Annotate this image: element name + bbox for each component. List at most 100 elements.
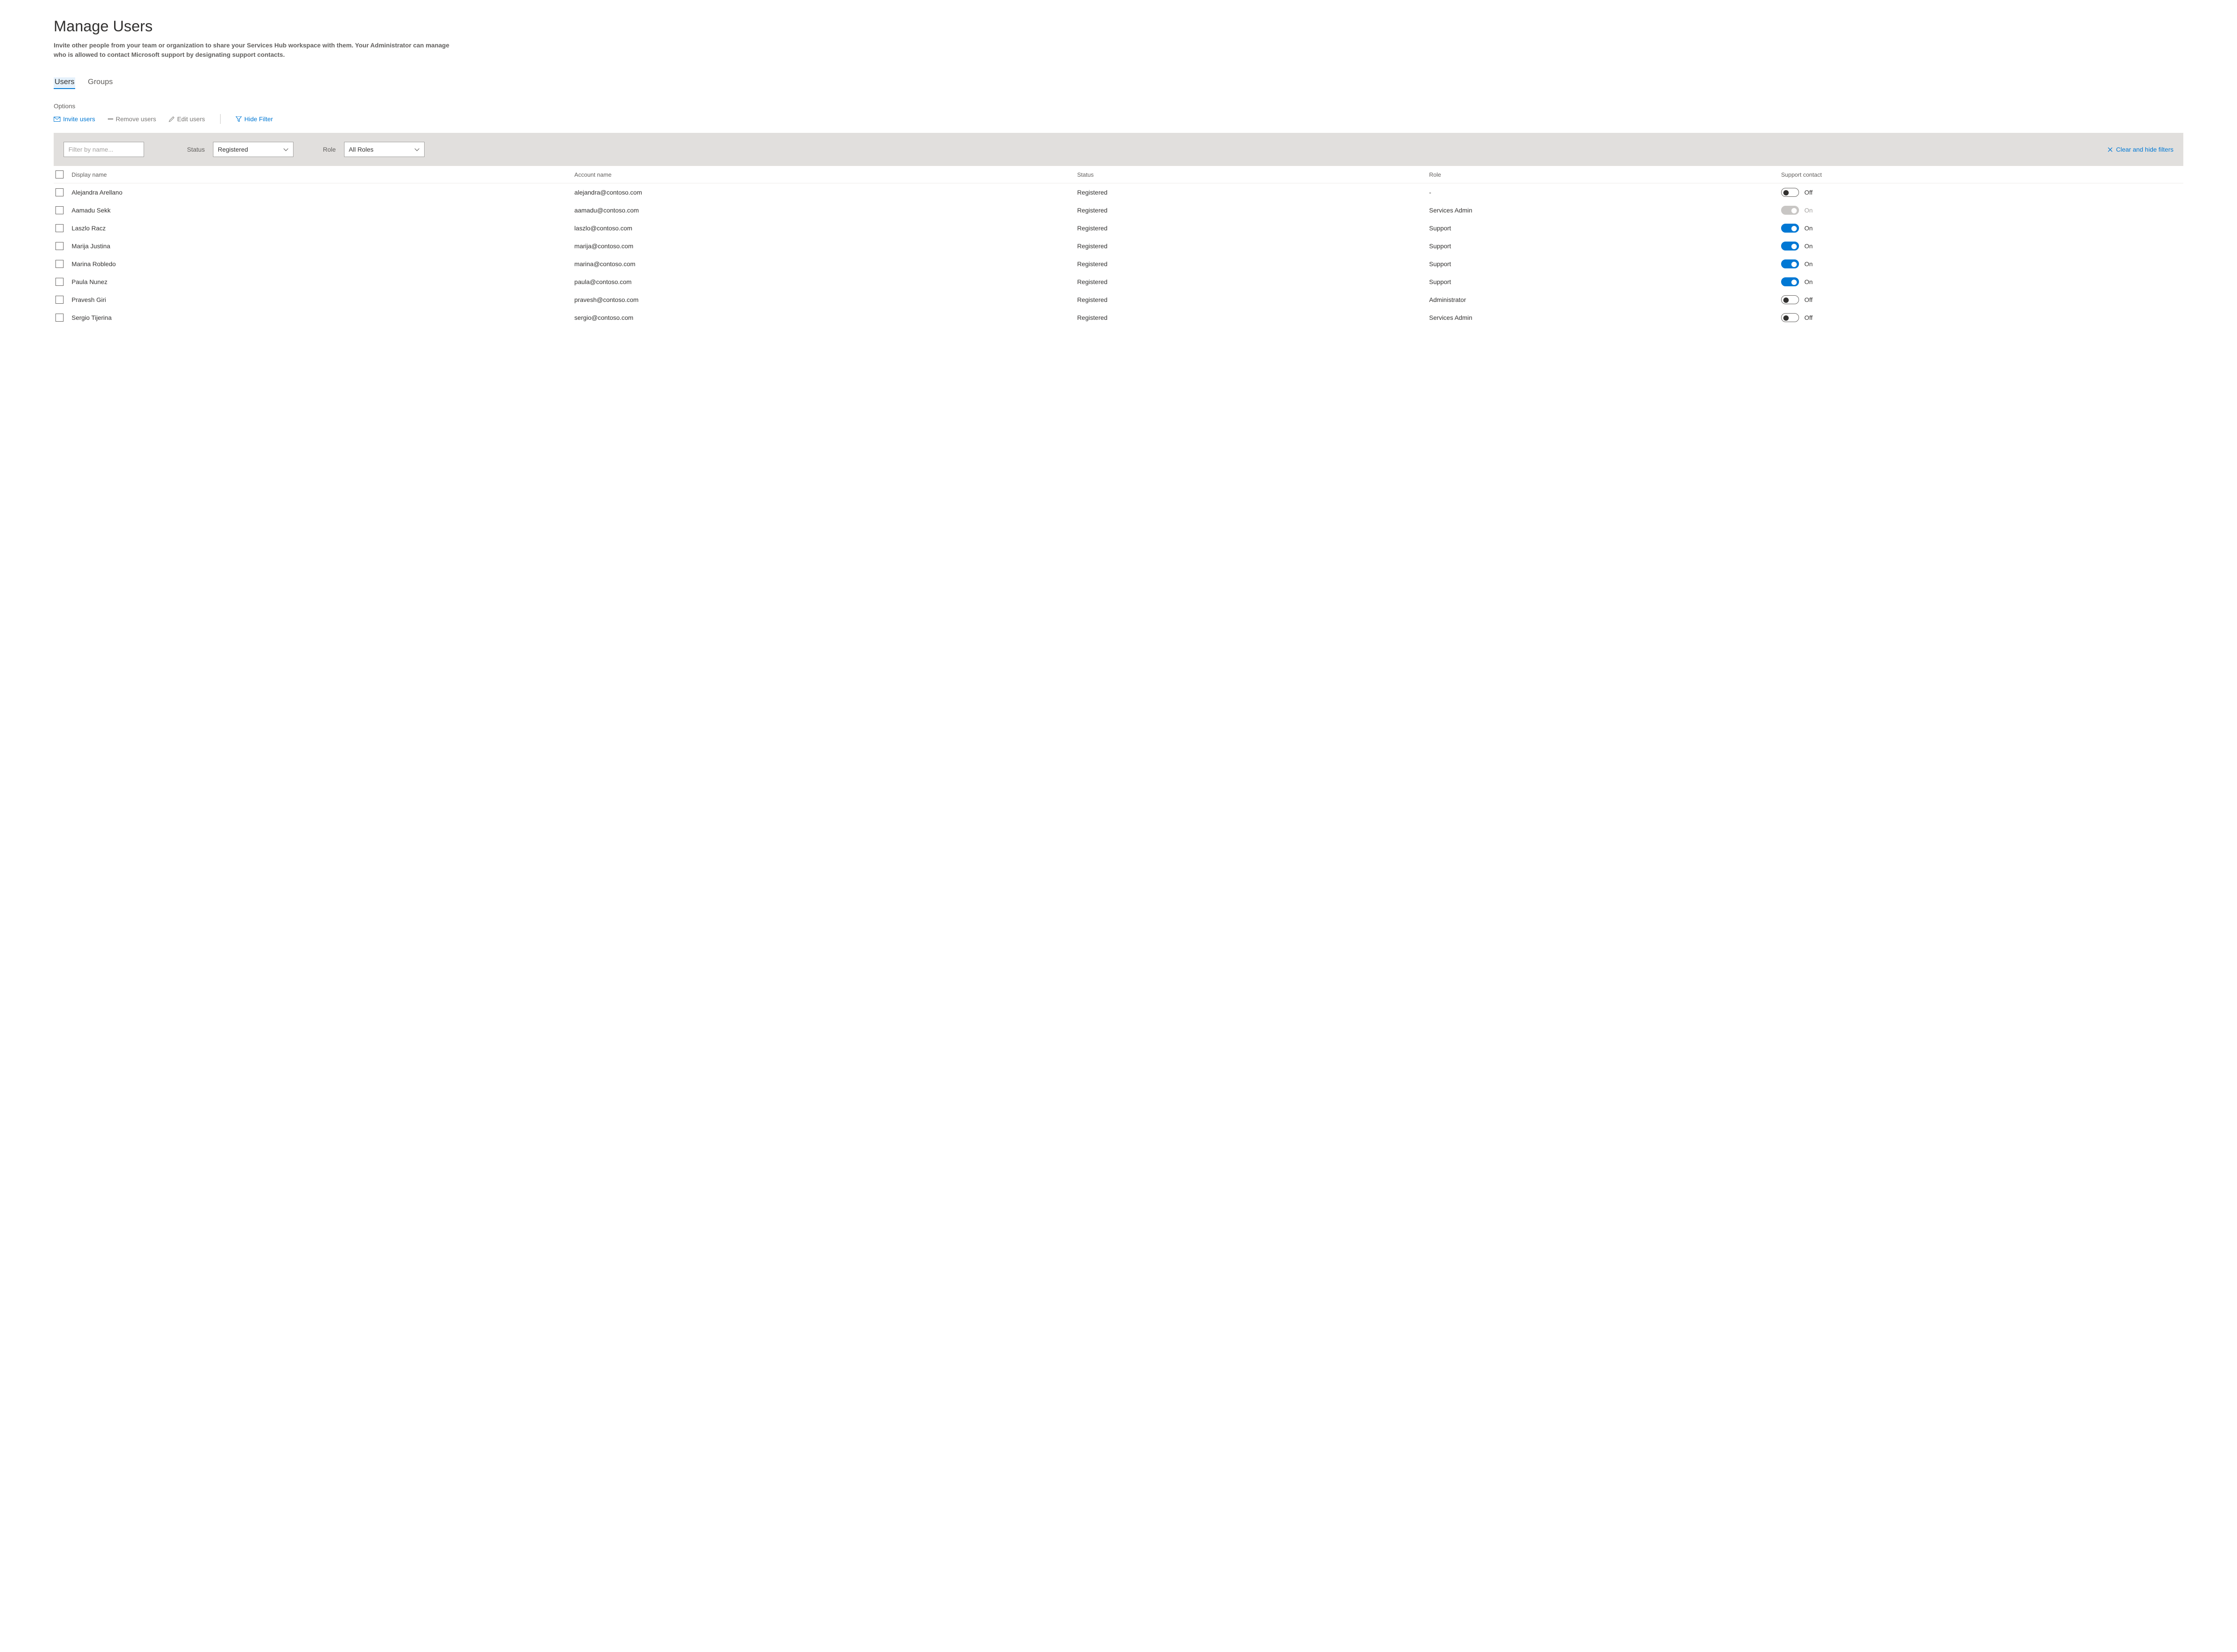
row-checkbox[interactable] — [55, 206, 64, 214]
cell-display-name: Laszlo Racz — [72, 225, 574, 232]
col-status[interactable]: Status — [1077, 171, 1429, 178]
support-contact-toggle[interactable] — [1781, 295, 1799, 304]
support-contact-toggle-label: On — [1804, 207, 1813, 214]
invite-users-label: Invite users — [63, 115, 95, 123]
table-row: Aamadu Sekkaamadu@contoso.comRegisteredS… — [54, 201, 2183, 219]
toolbar: Invite users Remove users Edit users Hid… — [54, 114, 2183, 124]
row-checkbox[interactable] — [55, 278, 64, 286]
support-contact-toggle-label: Off — [1804, 314, 1812, 321]
table-row: Paula Nunezpaula@contoso.comRegisteredSu… — [54, 273, 2183, 291]
mail-icon — [54, 117, 60, 122]
role-filter-label: Role — [323, 146, 336, 153]
cell-role: - — [1429, 189, 1781, 196]
select-all-checkbox[interactable] — [55, 170, 64, 178]
col-support-contact[interactable]: Support contact — [1781, 171, 2183, 178]
cell-support-contact: On — [1781, 277, 2183, 286]
cell-role: Support — [1429, 260, 1781, 268]
remove-users-label: Remove users — [116, 115, 156, 123]
edit-users-button[interactable]: Edit users — [169, 115, 205, 123]
role-select[interactable]: All Roles — [344, 142, 425, 157]
cell-role: Support — [1429, 242, 1781, 250]
status-select[interactable]: Registered — [213, 142, 293, 157]
tab-groups[interactable]: Groups — [88, 77, 113, 89]
hide-filter-button[interactable]: Hide Filter — [236, 115, 273, 123]
row-checkbox[interactable] — [55, 242, 64, 250]
support-contact-toggle-label: On — [1804, 260, 1813, 268]
cell-support-contact: Off — [1781, 188, 2183, 197]
table-row: Laszlo Raczlaszlo@contoso.comRegisteredS… — [54, 219, 2183, 237]
cell-role: Support — [1429, 278, 1781, 285]
support-contact-toggle[interactable] — [1781, 313, 1799, 322]
cell-support-contact: On — [1781, 242, 2183, 251]
support-contact-toggle[interactable] — [1781, 188, 1799, 197]
table-header: Display name Account name Status Role Su… — [54, 166, 2183, 183]
cell-status: Registered — [1077, 189, 1429, 196]
row-checkbox[interactable] — [55, 314, 64, 322]
tab-users[interactable]: Users — [54, 77, 75, 89]
col-role[interactable]: Role — [1429, 171, 1781, 178]
cell-display-name: Marina Robledo — [72, 260, 574, 268]
row-checkbox[interactable] — [55, 224, 64, 232]
cell-role: Administrator — [1429, 296, 1781, 303]
close-icon — [2108, 147, 2113, 152]
support-contact-toggle[interactable] — [1781, 224, 1799, 233]
cell-support-contact: On — [1781, 224, 2183, 233]
support-contact-toggle-label: On — [1804, 242, 1813, 250]
invite-users-button[interactable]: Invite users — [54, 115, 95, 123]
chevron-down-icon — [414, 148, 420, 151]
cell-account-name: paula@contoso.com — [574, 278, 1077, 285]
users-table: Display name Account name Status Role Su… — [54, 166, 2183, 327]
cell-role: Support — [1429, 225, 1781, 232]
cell-support-contact: On — [1781, 259, 2183, 268]
cell-status: Registered — [1077, 278, 1429, 285]
cell-status: Registered — [1077, 296, 1429, 303]
support-contact-toggle-label: On — [1804, 225, 1813, 232]
cell-role: Services Admin — [1429, 207, 1781, 214]
cell-status: Registered — [1077, 225, 1429, 232]
pencil-icon — [169, 116, 174, 122]
table-row: Alejandra Arellanoalejandra@contoso.comR… — [54, 183, 2183, 201]
cell-display-name: Alejandra Arellano — [72, 189, 574, 196]
cell-account-name: alejandra@contoso.com — [574, 189, 1077, 196]
cell-status: Registered — [1077, 207, 1429, 214]
support-contact-toggle-label: Off — [1804, 189, 1812, 196]
cell-account-name: laszlo@contoso.com — [574, 225, 1077, 232]
hide-filter-label: Hide Filter — [244, 115, 273, 123]
remove-users-button[interactable]: Remove users — [108, 115, 156, 123]
cell-support-contact: Off — [1781, 313, 2183, 322]
table-row: Pravesh Giripravesh@contoso.comRegistere… — [54, 291, 2183, 309]
table-row: Sergio Tijerinasergio@contoso.comRegiste… — [54, 309, 2183, 327]
row-checkbox[interactable] — [55, 188, 64, 196]
cell-display-name: Aamadu Sekk — [72, 207, 574, 214]
support-contact-toggle[interactable] — [1781, 259, 1799, 268]
filter-icon — [236, 116, 242, 122]
col-display-name[interactable]: Display name — [72, 171, 574, 178]
support-contact-toggle-label: Off — [1804, 296, 1812, 303]
support-contact-toggle — [1781, 206, 1799, 215]
tabs: Users Groups — [54, 77, 2183, 89]
cell-account-name: marina@contoso.com — [574, 260, 1077, 268]
clear-filters-button[interactable]: Clear and hide filters — [2108, 146, 2173, 153]
filter-name-input[interactable] — [64, 142, 144, 157]
role-select-value: All Roles — [349, 146, 374, 153]
support-contact-toggle[interactable] — [1781, 277, 1799, 286]
options-label: Options — [54, 102, 2183, 110]
filter-bar: Status Registered Role All Roles Clear a… — [54, 133, 2183, 166]
cell-role: Services Admin — [1429, 314, 1781, 321]
toolbar-separator — [220, 114, 221, 124]
table-row: Marina Robledomarina@contoso.comRegister… — [54, 255, 2183, 273]
support-contact-toggle[interactable] — [1781, 242, 1799, 251]
col-account-name[interactable]: Account name — [574, 171, 1077, 178]
cell-account-name: sergio@contoso.com — [574, 314, 1077, 321]
page-description: Invite other people from your team or or… — [54, 41, 456, 59]
row-checkbox[interactable] — [55, 296, 64, 304]
row-checkbox[interactable] — [55, 260, 64, 268]
cell-status: Registered — [1077, 314, 1429, 321]
cell-display-name: Paula Nunez — [72, 278, 574, 285]
cell-display-name: Sergio Tijerina — [72, 314, 574, 321]
status-filter-label: Status — [187, 146, 205, 153]
cell-account-name: aamadu@contoso.com — [574, 207, 1077, 214]
chevron-down-icon — [283, 148, 289, 151]
cell-status: Registered — [1077, 260, 1429, 268]
cell-display-name: Marija Justina — [72, 242, 574, 250]
